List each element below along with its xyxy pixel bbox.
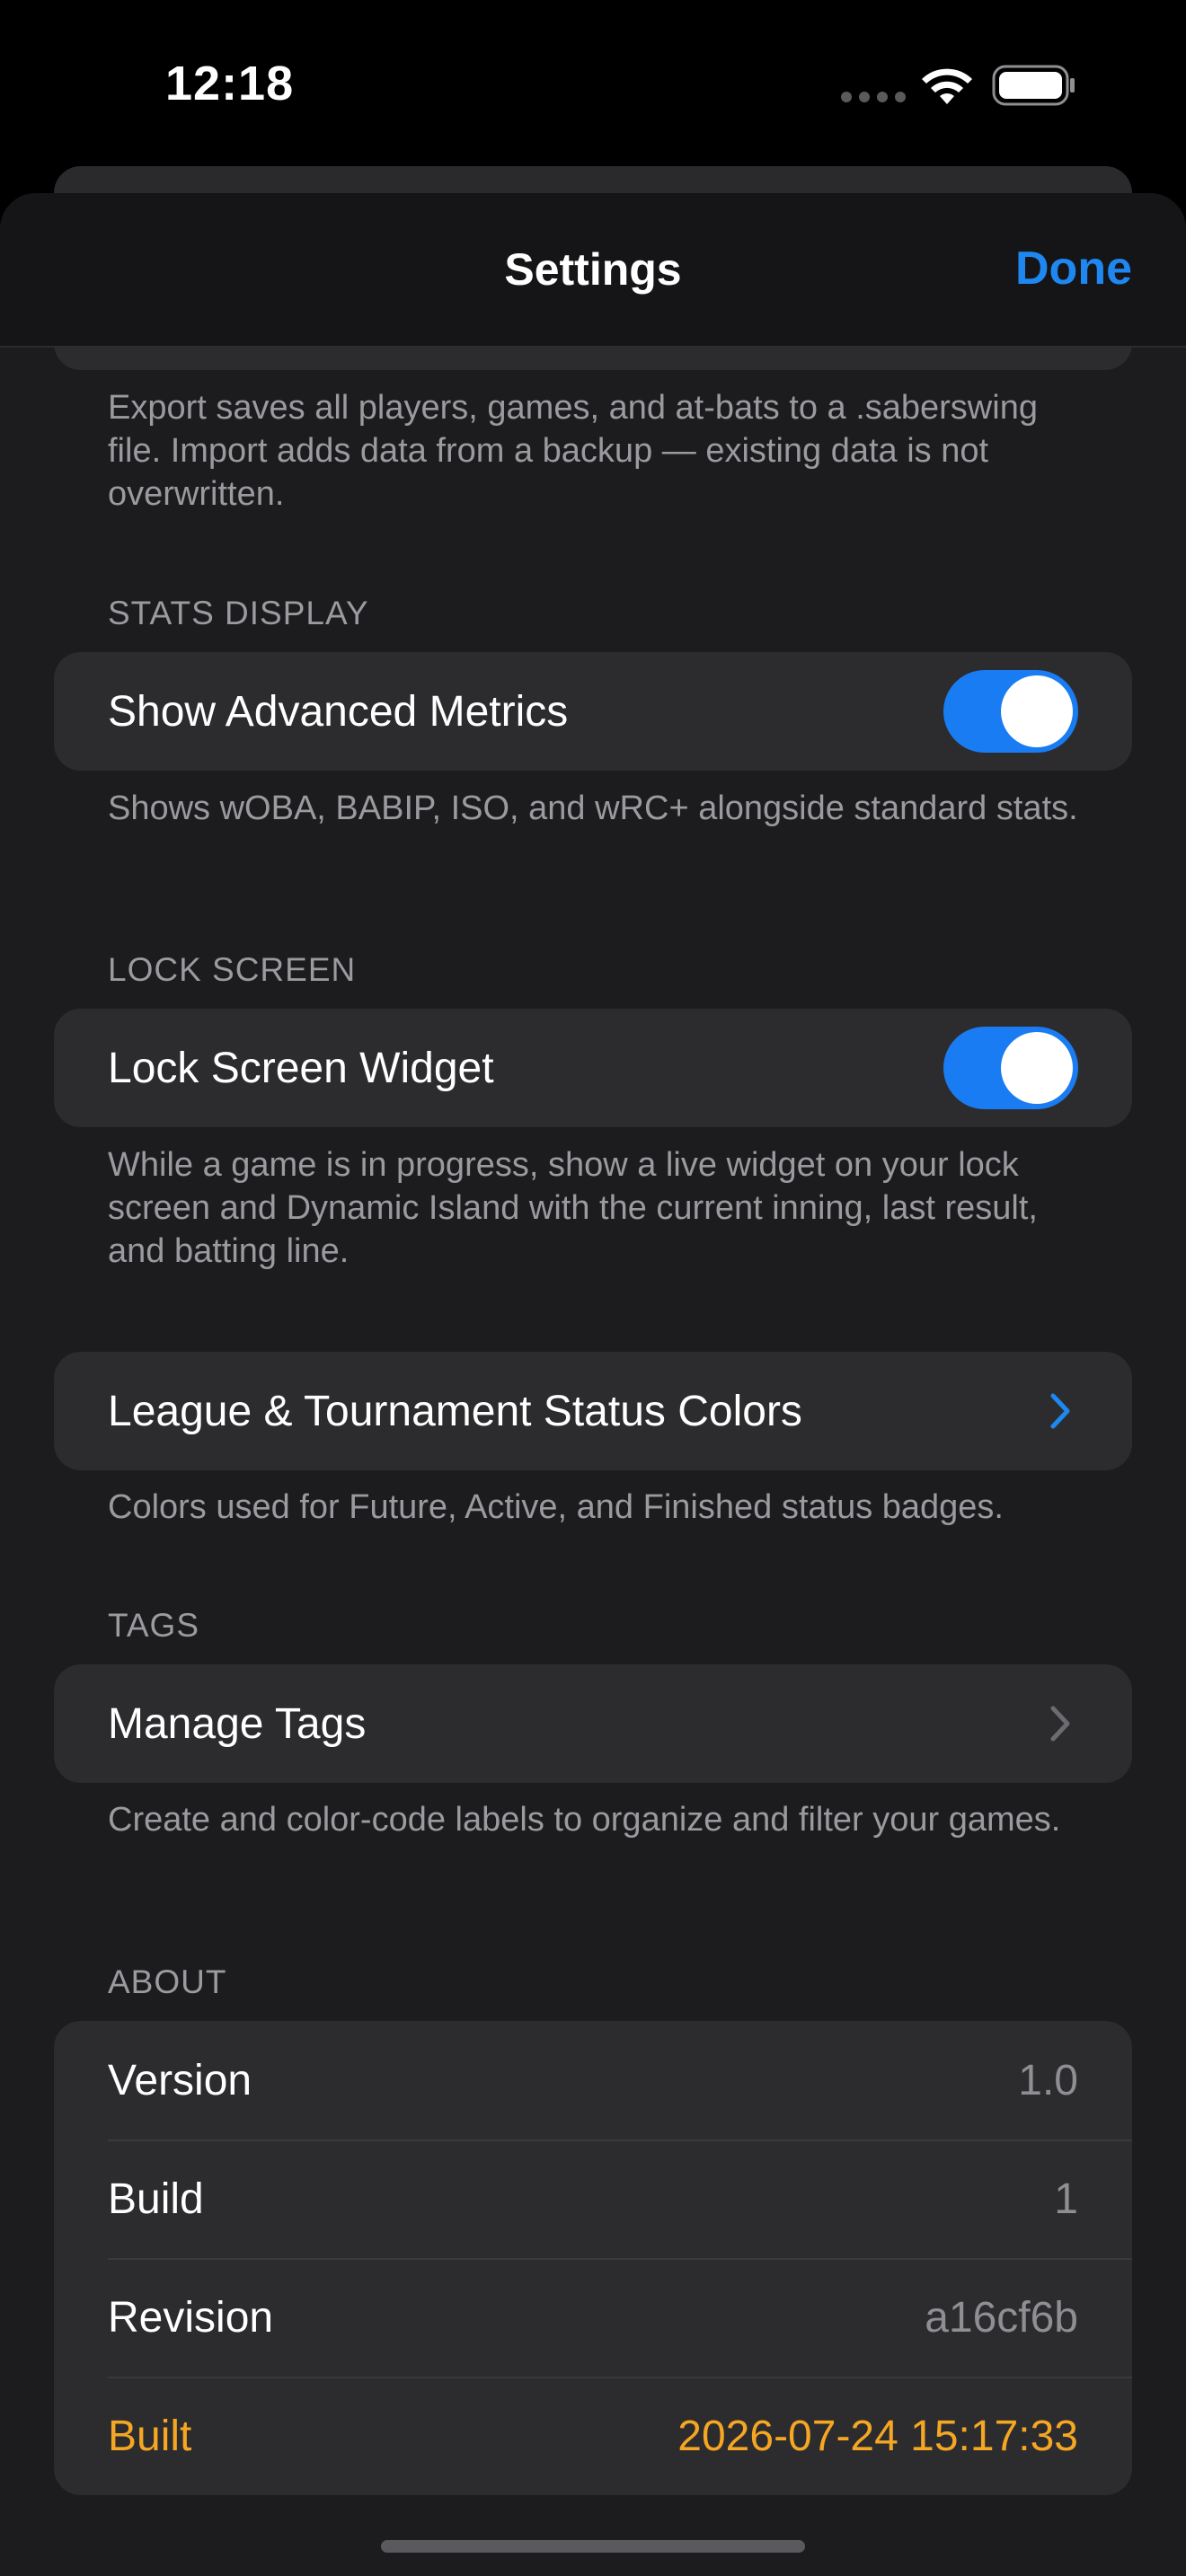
about-row-build: Build 1 xyxy=(54,2139,1132,2258)
status-time: 12:18 xyxy=(165,57,295,110)
revision-value: a16cf6b xyxy=(925,2293,1078,2342)
revision-label: Revision xyxy=(108,2293,274,2342)
about-row-revision: Revision a16cf6b xyxy=(54,2258,1132,2377)
chevron-right-icon xyxy=(1050,1706,1070,1742)
stats-display-footer: Shows wOBA, BABIP, ISO, and wRC+ alongsi… xyxy=(108,790,1078,827)
tags-card: Manage Tags xyxy=(54,1664,1132,1783)
advanced-metrics-row: Show Advanced Metrics xyxy=(54,652,1132,771)
cellular-signal-icon xyxy=(841,92,906,102)
advanced-metrics-label: Show Advanced Metrics xyxy=(108,687,569,736)
toggle-knob xyxy=(1001,1032,1073,1104)
home-indicator[interactable] xyxy=(381,2540,805,2553)
status-bar: 12:18 xyxy=(0,0,1186,171)
build-value: 1 xyxy=(1054,2175,1078,2223)
stats-display-header: STATS DISPLAY xyxy=(108,595,369,631)
battery-icon xyxy=(992,65,1075,106)
navigation-bar: Settings Done xyxy=(0,193,1186,348)
tags-header: TAGS xyxy=(108,1607,199,1644)
manage-tags-row[interactable]: Manage Tags xyxy=(54,1664,1132,1783)
wifi-icon xyxy=(922,68,972,104)
toggle-knob xyxy=(1001,675,1073,747)
stats-display-card: Show Advanced Metrics xyxy=(54,652,1132,771)
backup-footer: Export saves all players, games, and at-… xyxy=(108,389,1038,513)
lock-screen-widget-label: Lock Screen Widget xyxy=(108,1044,494,1092)
version-value: 1.0 xyxy=(1018,2056,1078,2104)
about-header: ABOUT xyxy=(108,1963,227,2000)
status-colors-card: League & Tournament Status Colors xyxy=(54,1352,1132,1470)
lock-screen-footer: While a game is in progress, show a live… xyxy=(108,1146,1038,1270)
lock-screen-widget-toggle[interactable] xyxy=(943,1027,1078,1109)
version-label: Version xyxy=(108,2056,252,2104)
about-card: Version 1.0 Build 1 Revision a16cf6b Bui… xyxy=(54,2021,1132,2495)
built-label: Built xyxy=(108,2412,192,2460)
tags-footer: Create and color-code labels to organize… xyxy=(108,1801,1061,1839)
chevron-right-icon xyxy=(1050,1393,1070,1429)
page-title: Settings xyxy=(504,244,682,295)
done-button[interactable]: Done xyxy=(1015,242,1132,296)
lock-screen-card: Lock Screen Widget xyxy=(54,1009,1132,1127)
status-colors-footer: Colors used for Future, Active, and Fini… xyxy=(108,1488,1004,1526)
about-row-built: Built 2026-07-24 15:17:33 xyxy=(54,2377,1132,2495)
advanced-metrics-toggle[interactable] xyxy=(943,670,1078,753)
about-row-version: Version 1.0 xyxy=(54,2021,1132,2139)
build-label: Build xyxy=(108,2175,204,2223)
status-colors-row[interactable]: League & Tournament Status Colors xyxy=(54,1352,1132,1470)
built-value: 2026-07-24 15:17:33 xyxy=(677,2412,1078,2460)
status-colors-label: League & Tournament Status Colors xyxy=(108,1387,802,1435)
lock-screen-widget-row: Lock Screen Widget xyxy=(54,1009,1132,1127)
lock-screen-header: LOCK SCREEN xyxy=(108,951,357,988)
manage-tags-label: Manage Tags xyxy=(108,1699,367,1748)
